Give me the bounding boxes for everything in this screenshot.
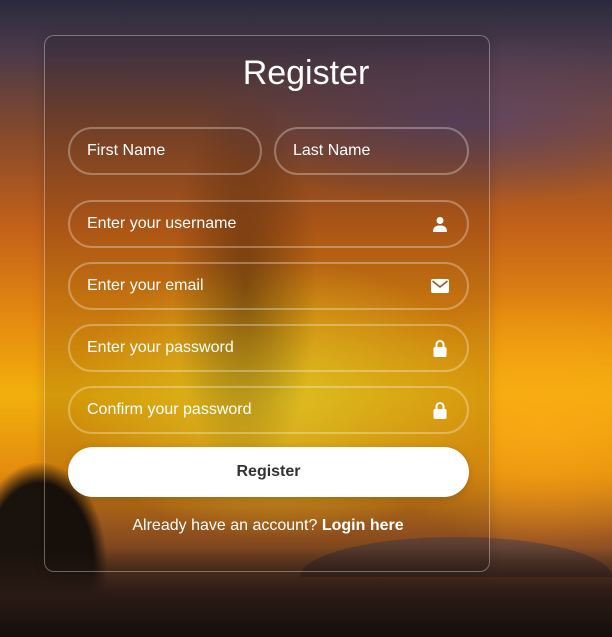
email-input[interactable] [70,264,467,308]
login-link[interactable]: Login here [322,517,404,534]
register-page: { "form": { "title": "Register", "first_… [0,0,612,637]
first-name-field[interactable] [68,127,262,175]
email-field[interactable] [68,262,469,310]
confirm-password-input[interactable] [70,388,467,432]
username-field[interactable] [68,200,469,248]
page-title: Register [242,54,370,92]
lock-icon [431,401,449,419]
lock-icon [431,339,449,357]
user-icon [431,215,449,233]
last-name-input[interactable] [276,129,467,173]
register-button[interactable]: Register [68,447,469,497]
login-prompt-text: Already have an account? [132,517,318,534]
envelope-icon [431,277,449,295]
confirm-password-field[interactable] [68,386,469,434]
password-field[interactable] [68,324,469,372]
login-prompt: Already have an account? Login here [0,516,536,536]
last-name-field[interactable] [274,127,469,175]
first-name-input[interactable] [70,129,260,173]
password-input[interactable] [70,326,467,370]
username-input[interactable] [70,202,467,246]
